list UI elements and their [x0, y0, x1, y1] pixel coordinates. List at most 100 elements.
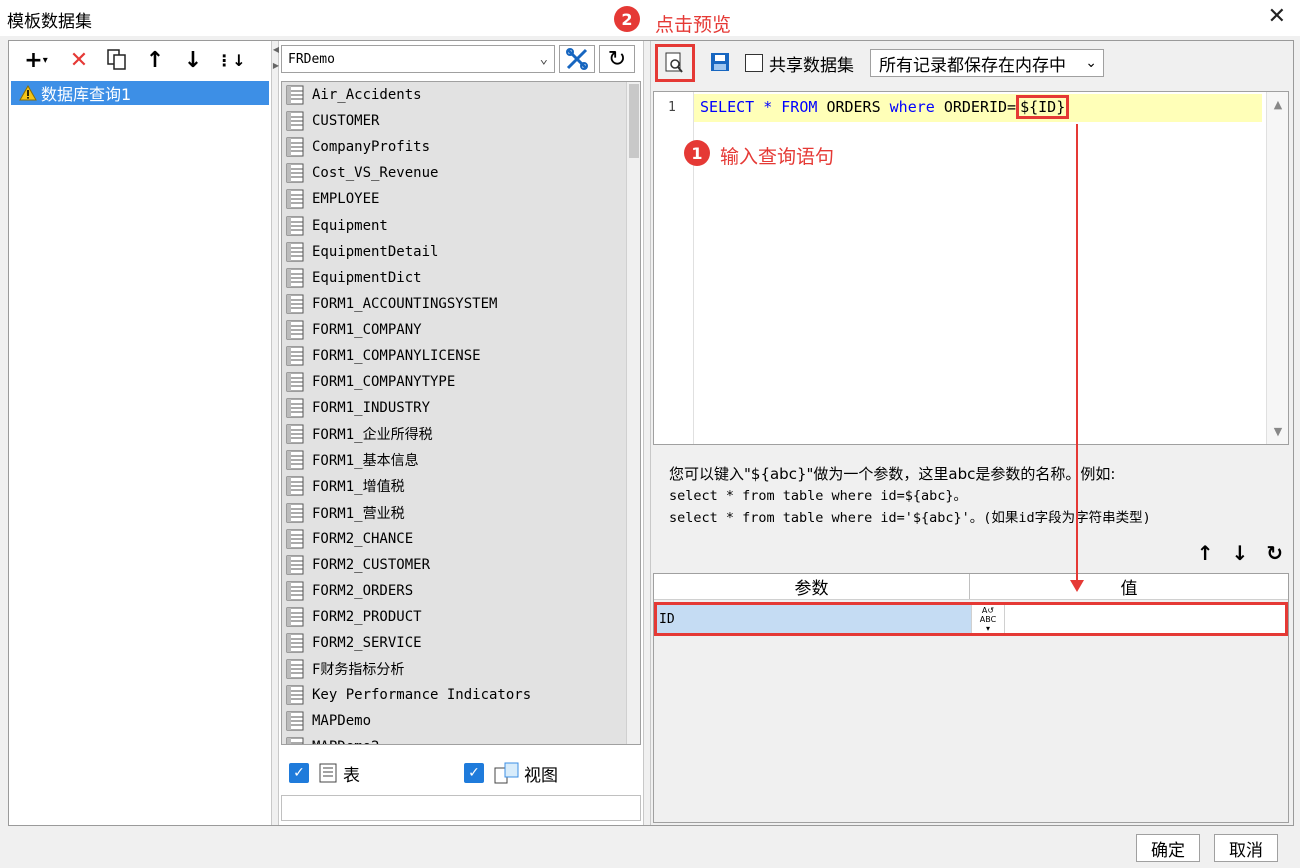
hint-line-3: select * from table where id='${abc}'。(如…	[669, 510, 1151, 526]
query-toolbar: 共享数据集 所有记录都保存在内存中 ⌄	[651, 41, 1293, 85]
table-list-item[interactable]: F财务指标分析	[282, 656, 640, 682]
dataset-item-label: 数据库查询1	[41, 85, 132, 104]
table-list-item[interactable]: FORM1_基本信息	[282, 447, 640, 473]
table-icon	[286, 111, 304, 131]
column-header-param: 参数	[654, 574, 970, 599]
table-name: F财务指标分析	[312, 662, 405, 679]
refresh-button[interactable]: ↻	[599, 45, 635, 73]
table-list-item[interactable]: FORM2_SERVICE	[282, 630, 640, 656]
table-list: Air_Accidents CUSTOMER CompanyProfits Cost_…	[281, 81, 641, 745]
table-name: FORM1_INDUSTRY	[312, 400, 431, 417]
memory-mode-value: 所有记录都保存在内存中	[879, 55, 1066, 76]
table-list-item[interactable]: FORM1_COMPANYLICENSE	[282, 343, 640, 369]
table-search-input[interactable]	[281, 795, 641, 821]
table-list-item[interactable]: FORM2_ORDERS	[282, 578, 640, 604]
table-icon	[286, 346, 304, 366]
table-list-item[interactable]: FORM2_CUSTOMER	[282, 552, 640, 578]
table-list-item[interactable]: EquipmentDict	[282, 265, 640, 291]
parameter-value-input[interactable]	[1005, 605, 1285, 633]
refresh-icon: ↻	[607, 46, 627, 72]
table-icon	[286, 711, 304, 731]
table-name: MAPDemo	[312, 713, 372, 730]
show-views-checkbox[interactable]: ✓	[464, 763, 484, 783]
move-down-icon[interactable]: ↓	[181, 48, 205, 73]
hint-line-2: select * from table where id=${abc}。	[669, 488, 967, 504]
parameter-name: ID	[657, 605, 971, 633]
table-name: FORM2_ORDERS	[312, 582, 414, 599]
hint-line-1: 您可以键入"${abc}"做为一个参数，这里abc是参数的名称。例如:	[669, 465, 1116, 483]
close-icon[interactable]: ✕	[1268, 4, 1286, 29]
step-2-text: 点击预览	[655, 14, 732, 36]
table-name: CUSTOMER	[312, 113, 380, 130]
parameter-hint: 您可以键入"${abc}"做为一个参数，这里abc是参数的名称。例如: sele…	[669, 463, 1151, 529]
database-select[interactable]: FRDemo ⌄	[281, 45, 555, 73]
cancel-button[interactable]: 取消	[1214, 834, 1278, 862]
move-down-icon[interactable]: ↓	[1231, 541, 1248, 565]
export-button[interactable]	[709, 51, 733, 75]
table-list-item[interactable]: FORM1_企业所得税	[282, 421, 640, 447]
tools-icon	[566, 48, 588, 70]
table-list-item[interactable]: FORM1_增值税	[282, 473, 640, 499]
type-icon[interactable]: A↺ ABC ▾	[971, 605, 1005, 633]
table-list-item[interactable]: Key Performance Indicators	[282, 682, 640, 708]
table-name: Key Performance Indicators	[312, 687, 532, 704]
table-list-item[interactable]: MAPDemo2	[282, 734, 640, 744]
table-list-item[interactable]: MAPDemo	[282, 708, 640, 734]
editor-scrollbar[interactable]: ▲ ▼	[1266, 92, 1288, 444]
table-list-item[interactable]: CUSTOMER	[282, 108, 640, 134]
table-icon	[286, 398, 304, 418]
table-name: Cost_VS_Revenue	[312, 165, 439, 182]
delete-icon[interactable]: ✕	[67, 48, 91, 73]
table-name: FORM1_COMPANYTYPE	[312, 374, 456, 391]
show-tables-checkbox[interactable]: ✓	[289, 763, 309, 783]
table-list-item[interactable]: EMPLOYEE	[282, 186, 640, 212]
table-list-item[interactable]: FORM1_COMPANY	[282, 317, 640, 343]
annotation-arrow-line	[1076, 124, 1078, 584]
share-dataset-checkbox[interactable]	[745, 54, 763, 72]
table-name: FORM1_基本信息	[312, 453, 419, 470]
table-list-item[interactable]: Air_Accidents	[282, 82, 640, 108]
table-list-item[interactable]: FORM2_CHANCE	[282, 526, 640, 552]
share-dataset-option[interactable]: 共享数据集	[745, 51, 854, 76]
table-icon	[286, 163, 304, 183]
move-up-icon[interactable]: ↑	[1197, 541, 1214, 565]
table-name: FORM2_PRODUCT	[312, 608, 422, 625]
sql-line[interactable]: SELECT * FROM ORDERS where ORDERID= ${ID}	[694, 94, 1262, 122]
preview-button[interactable]	[655, 44, 695, 82]
dataset-toolbar: + ▾ ✕ ↑ ↓ ⋮↓	[9, 41, 271, 79]
dialog-footer: 确定 取消	[0, 828, 1300, 868]
dialog-body: + ▾ ✕ ↑ ↓ ⋮↓ 数据库查询1 ◀ ▶ FRDemo ⌄ ↻ Air_A…	[8, 40, 1294, 826]
table-row[interactable]: ID A↺ ABC ▾	[654, 602, 1288, 636]
table-name: Equipment	[312, 217, 388, 234]
table-icon	[286, 633, 304, 653]
table-list-item[interactable]: FORM1_ACCOUNTINGSYSTEM	[282, 291, 640, 317]
dataset-item[interactable]: 数据库查询1	[11, 81, 269, 105]
sort-icon[interactable]: ⋮↓	[216, 48, 245, 72]
refresh-icon[interactable]: ↻	[1266, 541, 1283, 565]
table-list-item[interactable]: FORM1_INDUSTRY	[282, 395, 640, 421]
add-icon[interactable]: + ▾	[19, 48, 53, 73]
left-splitter[interactable]: ◀ ▶	[271, 41, 279, 825]
table-list-item[interactable]: FORM1_营业税	[282, 500, 640, 526]
connection-settings-button[interactable]	[559, 45, 595, 73]
table-icon	[286, 189, 304, 209]
database-select-value: FRDemo	[288, 51, 335, 67]
table-list-item[interactable]: Equipment	[282, 212, 640, 238]
table-list-scrollbar[interactable]	[626, 82, 640, 744]
table-list-item[interactable]: CompanyProfits	[282, 134, 640, 160]
table-icon	[286, 85, 304, 105]
table-name: EquipmentDetail	[312, 243, 439, 260]
sql-parameter: ${ID}	[1016, 95, 1070, 119]
middle-splitter[interactable]	[643, 41, 651, 825]
table-icon	[286, 450, 304, 470]
table-list-item[interactable]: EquipmentDetail	[282, 239, 640, 265]
step-1-text: 输入查询语句	[720, 146, 835, 168]
ok-button[interactable]: 确定	[1136, 834, 1200, 862]
table-name: MAPDemo2	[312, 739, 379, 744]
move-up-icon[interactable]: ↑	[143, 48, 167, 73]
memory-mode-select[interactable]: 所有记录都保存在内存中 ⌄	[870, 49, 1104, 77]
copy-icon[interactable]	[105, 48, 129, 72]
table-list-item[interactable]: FORM1_COMPANYTYPE	[282, 369, 640, 395]
table-list-item[interactable]: FORM2_PRODUCT	[282, 604, 640, 630]
table-list-item[interactable]: Cost_VS_Revenue	[282, 160, 640, 186]
